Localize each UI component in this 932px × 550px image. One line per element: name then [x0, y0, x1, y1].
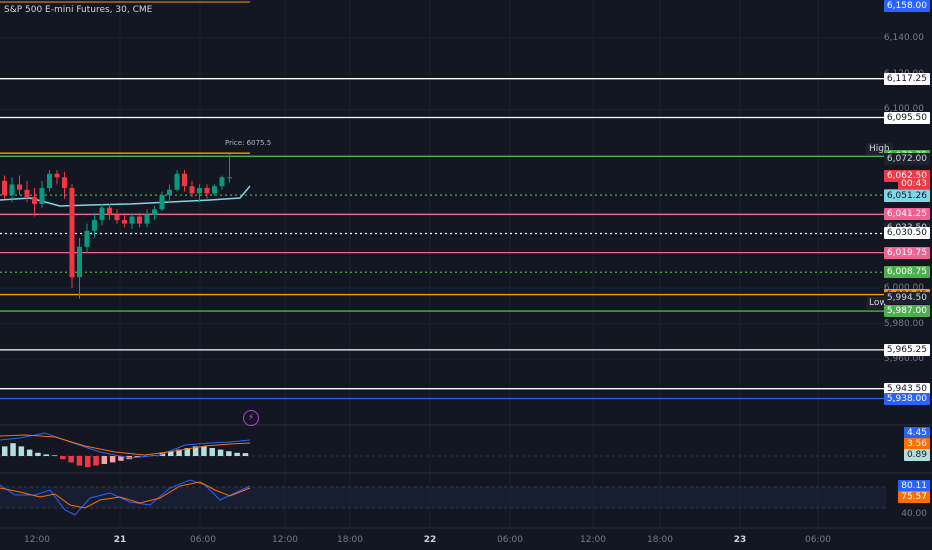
price-label: 5,987.00	[883, 305, 930, 317]
candle-body	[122, 220, 127, 224]
candle-body	[152, 209, 157, 215]
candle-body	[9, 184, 15, 196]
price-label: 6,008.75	[883, 266, 930, 278]
time-tick: 18:00	[647, 535, 673, 545]
candle-body	[69, 187, 75, 278]
chart-canvas[interactable]	[0, 0, 932, 550]
macd-histogram-bar	[35, 452, 41, 456]
candle-body	[107, 207, 112, 215]
candle-body	[84, 230, 90, 247]
macd-histogram-bar	[51, 455, 58, 456]
price-label: 5,965.25	[883, 344, 930, 356]
price-label: 40.00	[901, 509, 927, 519]
candle-body	[39, 187, 45, 205]
time-tick: 18:00	[337, 535, 363, 545]
time-tick: 22	[423, 535, 437, 545]
candle-body	[92, 220, 97, 231]
candle-body	[167, 189, 172, 196]
candle-body	[144, 214, 150, 224]
horizontal-levels[interactable]	[0, 78, 886, 400]
time-tick: 23	[733, 535, 747, 545]
candle-body	[137, 216, 142, 224]
price-label: 0.89	[903, 449, 930, 461]
price-label: 75.57	[898, 491, 930, 503]
macd-histogram-bar	[18, 446, 25, 456]
stoch-band	[0, 487, 886, 508]
symbol-title[interactable]: S&P 500 E-mini Futures, 30, CME	[4, 5, 152, 15]
candle-body	[159, 195, 165, 210]
macd-histogram-bar	[60, 456, 66, 460]
candle-body	[204, 187, 210, 194]
time-tick: 12:00	[272, 535, 298, 545]
macd-histogram-bar	[242, 453, 249, 456]
stochastic-pane[interactable]	[0, 479, 886, 516]
candle-body	[114, 214, 120, 221]
macd-histogram-bar	[101, 456, 108, 464]
price-label: 6,072.00	[883, 153, 930, 165]
candle-body	[99, 207, 105, 221]
candle-body	[24, 189, 30, 197]
candlestick-series[interactable]	[2, 154, 232, 299]
macd-histogram-bar	[109, 456, 116, 463]
candle-body	[182, 173, 187, 187]
candle-body	[2, 180, 7, 196]
macd-histogram-bar	[68, 456, 74, 463]
time-tick: 06:00	[497, 535, 523, 545]
price-label: 6,041.25	[883, 208, 930, 220]
price-label: 6,051.26	[883, 190, 930, 202]
candle-body	[17, 184, 22, 190]
price-tick: 5,980.00	[883, 318, 924, 329]
candle-body	[62, 177, 67, 188]
price-label: 6,117.25	[883, 73, 930, 85]
time-tick: 06:00	[190, 535, 216, 545]
candle-body	[227, 177, 232, 179]
price-label: 5,938.00	[883, 393, 930, 405]
price-label: 5,994.50	[883, 292, 930, 304]
macd-histogram-bar	[93, 456, 99, 466]
candle-body	[54, 173, 60, 178]
price-label: 6,158.00	[883, 0, 930, 12]
candle-body	[47, 173, 52, 188]
candle-body	[32, 196, 37, 205]
candle-body	[212, 186, 217, 194]
candle-body	[219, 177, 225, 187]
macd-histogram-bar	[26, 449, 33, 456]
macd-histogram-bar	[43, 454, 49, 456]
time-tick: 12:00	[24, 535, 50, 545]
candle-body	[129, 216, 135, 224]
candle-body	[174, 173, 180, 190]
price-tick: 6,140.00	[883, 33, 924, 44]
macd-histogram-bar	[85, 456, 91, 468]
lightning-icon[interactable]: ⚡	[243, 410, 259, 426]
candle-body	[197, 187, 202, 194]
time-tick: 06:00	[805, 535, 831, 545]
candle-body	[189, 186, 195, 194]
macd-histogram-bar	[217, 449, 224, 456]
macd-histogram-bar	[234, 452, 240, 456]
macd-histogram-bar	[209, 448, 215, 456]
macd-histogram-bar	[2, 446, 8, 456]
macd-histogram-bar	[76, 456, 83, 466]
price-label: 6,030.50	[883, 227, 930, 239]
price-label: 6,095.50	[883, 112, 930, 124]
price-annotation: Price: 6075.5	[225, 139, 272, 147]
time-tick: 21	[113, 535, 127, 545]
macd-pane[interactable]	[0, 432, 886, 468]
time-tick: 12:00	[580, 535, 606, 545]
macd-histogram-bar	[226, 451, 232, 456]
macd-histogram-bar	[10, 443, 16, 456]
macd-histogram-bar	[201, 446, 207, 456]
price-label: 6,019.75	[883, 247, 930, 259]
candle-body	[77, 246, 82, 278]
